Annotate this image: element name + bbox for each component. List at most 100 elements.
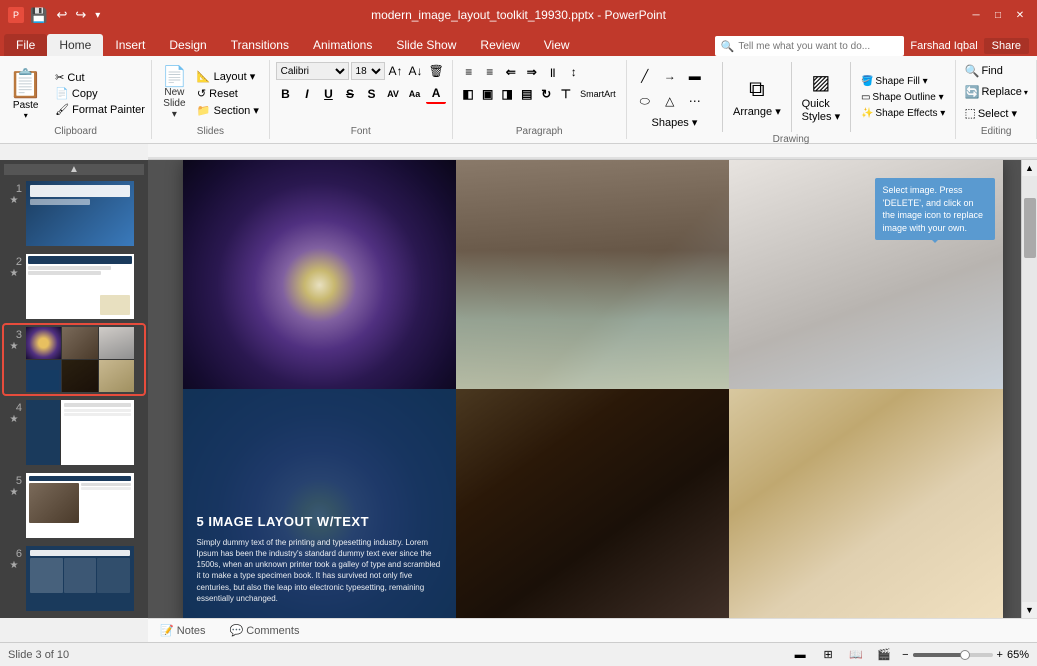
undo-button[interactable]: ↩ (53, 6, 70, 24)
clear-formatting[interactable]: 🗑 (427, 63, 446, 79)
image-cell-2[interactable] (456, 160, 729, 389)
align-center-button[interactable]: ▣ (478, 84, 497, 104)
slide-item-3[interactable]: 3 ★ (4, 325, 144, 394)
zoom-slider[interactable] (913, 653, 993, 657)
slide-item-4[interactable]: 4 ★ (4, 398, 144, 467)
presenter-view-button[interactable]: 🎬 (874, 645, 894, 665)
vertical-scrollbar[interactable]: ▲ ▼ (1021, 160, 1037, 618)
shape-effects-button[interactable]: ✨ Shape Effects ▾ (857, 107, 949, 120)
share-button[interactable]: Share (984, 38, 1029, 54)
justify-button[interactable]: ▤ (517, 84, 536, 104)
image-cell-4[interactable]: 5 IMAGE LAYOUT W/TEXT Simply dummy text … (183, 389, 456, 618)
slide-item-5[interactable]: 5 ★ (4, 471, 144, 540)
slide-thumb-5[interactable] (26, 473, 134, 538)
scroll-thumb[interactable] (1024, 198, 1036, 258)
numbered-bullets-button[interactable]: ≡ (480, 62, 500, 82)
shape-fill-button[interactable]: 🪣 Shape Fill ▾ (857, 75, 949, 88)
layout-button[interactable]: 📐 Layout ▾ (193, 69, 263, 84)
tab-insert[interactable]: Insert (103, 34, 157, 56)
char-spacing-button[interactable]: AV (383, 84, 403, 104)
tab-slideshow[interactable]: Slide Show (384, 34, 468, 56)
italic-button[interactable]: I (297, 84, 317, 104)
underline-button[interactable]: U (319, 84, 339, 104)
rect-shape[interactable]: ▬ (683, 64, 707, 88)
zoom-level[interactable]: 65% (1007, 649, 1029, 661)
redo-button[interactable]: ↪ (72, 6, 89, 24)
strikethrough-button[interactable]: S (340, 84, 360, 104)
align-right-button[interactable]: ◨ (498, 84, 517, 104)
more-shapes[interactable]: ⋯ (683, 89, 707, 113)
decrease-indent-button[interactable]: ⇐ (501, 62, 521, 82)
align-left-button[interactable]: ◧ (459, 84, 478, 104)
slide-sorter-button[interactable]: ⊞ (818, 645, 838, 665)
section-button[interactable]: 📁 Section ▾ (193, 103, 263, 118)
copy-button[interactable]: 📄 Copy (51, 86, 149, 101)
tab-view[interactable]: View (532, 34, 582, 56)
close-button[interactable]: ✕ (1011, 6, 1029, 24)
bold-button[interactable]: B (276, 84, 296, 104)
font-size-select[interactable]: 18 (351, 62, 385, 80)
select-button[interactable]: ⬚ Select ▾ (961, 105, 1032, 121)
comments-tab[interactable]: 💬 Comments (218, 622, 312, 639)
quick-styles-button[interactable]: QuickStyles ▾ (798, 97, 845, 124)
oval-shape[interactable]: ⬭ (633, 89, 657, 113)
arrange-button[interactable]: Arrange ▾ (729, 104, 785, 119)
scroll-down-button[interactable]: ▼ (1022, 602, 1037, 618)
decrease-font-size[interactable]: A↓ (407, 63, 425, 79)
tab-home[interactable]: Home (47, 34, 103, 56)
change-case-button[interactable]: Aa (405, 84, 425, 104)
bullets-button[interactable]: ≡ (459, 62, 479, 82)
convert-to-smartart-button[interactable]: SmartArt (576, 88, 620, 100)
shape-outline-button[interactable]: ▭ Shape Outline ▾ (857, 91, 949, 104)
customize-qat[interactable]: ▾ (95, 10, 100, 21)
format-painter-button[interactable]: 🖌 Format Painter (51, 102, 149, 117)
increase-font-size[interactable]: A↑ (387, 63, 405, 79)
arrow-shape[interactable]: → (658, 64, 682, 88)
reset-button[interactable]: ↺ Reset (193, 86, 263, 101)
tell-me-input[interactable] (738, 41, 898, 52)
columns-button[interactable]: || (543, 62, 563, 82)
align-text-button[interactable]: ⊤ (557, 84, 576, 104)
tab-file[interactable]: File (4, 34, 47, 56)
slide-thumb-2[interactable] (26, 254, 134, 319)
reading-view-button[interactable]: 📖 (846, 645, 866, 665)
text-direction-button[interactable]: ↻ (537, 84, 556, 104)
slide-thumb-3[interactable] (26, 327, 134, 392)
slide-item-2[interactable]: 2 ★ (4, 252, 144, 321)
tab-review[interactable]: Review (468, 34, 531, 56)
tab-transitions[interactable]: Transitions (219, 34, 301, 56)
text-shadow-button[interactable]: S (362, 84, 382, 104)
slide-thumb-1[interactable] (26, 181, 134, 246)
normal-view-button[interactable]: ▬ (790, 645, 810, 665)
scroll-up-button[interactable]: ▲ (1022, 160, 1037, 176)
slide-thumb-4[interactable] (26, 400, 134, 465)
save-icon[interactable]: 💾 (30, 7, 47, 24)
find-button[interactable]: 🔍 Find (961, 63, 1032, 79)
line-spacing-button[interactable]: ↕ (564, 62, 584, 82)
font-color-button[interactable]: A (426, 84, 446, 104)
cut-button[interactable]: ✂ Cut (51, 70, 149, 85)
new-slide-button[interactable]: 📄 NewSlide ▾ (158, 65, 191, 122)
triangle-shape[interactable]: △ (658, 89, 682, 113)
line-shape[interactable]: ╱ (633, 64, 657, 88)
zoom-in-button[interactable]: + (997, 649, 1003, 661)
slide-item-1[interactable]: 1 ★ (4, 179, 144, 248)
tab-animations[interactable]: Animations (301, 34, 384, 56)
slide-panel[interactable]: ▲ 1 ★ 2 ★ (0, 160, 148, 618)
shapes-button[interactable]: Shapes ▾ (648, 115, 702, 130)
zoom-thumb[interactable] (960, 650, 970, 660)
notes-tab[interactable]: 📝 Notes (148, 622, 218, 639)
slide-scroll-up[interactable]: ▲ (4, 164, 144, 175)
image-cell-1[interactable] (183, 160, 456, 389)
slide-item-7[interactable]: 7 ★ (4, 617, 144, 618)
slide-thumb-6[interactable] (26, 546, 134, 611)
maximize-button[interactable]: □ (989, 6, 1007, 24)
minimize-button[interactable]: ─ (967, 6, 985, 24)
slide-item-6[interactable]: 6 ★ (4, 544, 144, 613)
tab-design[interactable]: Design (157, 34, 218, 56)
replace-button[interactable]: 🔄 Replace ▾ (961, 84, 1032, 100)
image-cell-5[interactable] (456, 389, 729, 618)
paste-button[interactable]: 📋 Paste ▾ (2, 63, 49, 124)
zoom-out-button[interactable]: − (902, 649, 908, 661)
increase-indent-button[interactable]: ⇒ (522, 62, 542, 82)
